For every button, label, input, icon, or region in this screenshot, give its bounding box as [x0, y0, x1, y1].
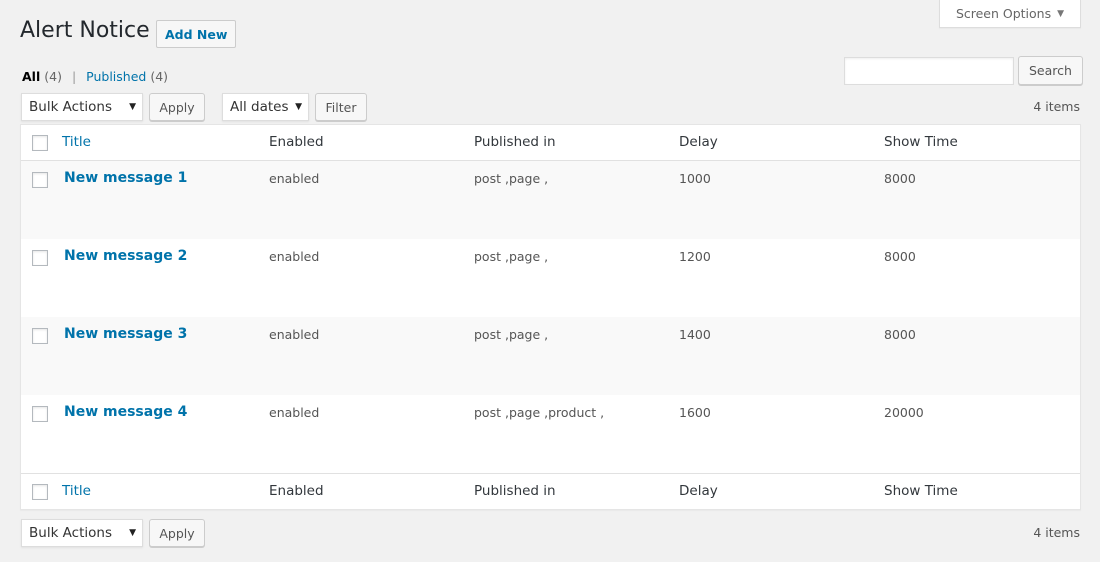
- table-header: Title Enabled Published in Delay Show Ti…: [21, 125, 1080, 161]
- row-checkbox[interactable]: [32, 250, 48, 266]
- row-title-link[interactable]: New message 3: [64, 326, 187, 342]
- row-delay: 1200: [679, 249, 711, 264]
- select-all-checkbox-footer[interactable]: [32, 484, 48, 500]
- view-all-count: (4): [44, 69, 62, 84]
- row-show-time: 20000: [884, 405, 924, 420]
- table-row: New message 2 enabled post ,page , 1200 …: [21, 239, 1080, 317]
- add-new-button[interactable]: Add New: [156, 20, 237, 48]
- screen-options-label: Screen Options: [955, 6, 1052, 21]
- row-enabled: enabled: [269, 249, 320, 264]
- view-filters: All (4) | Published (4): [22, 69, 168, 84]
- row-enabled: enabled: [269, 405, 320, 420]
- search-button[interactable]: Search: [1018, 56, 1083, 85]
- bulk-actions-select-top[interactable]: Bulk Actions ▼: [21, 93, 143, 121]
- row-title-link[interactable]: New message 1: [64, 170, 187, 186]
- table-row: New message 3 enabled post ,page , 1400 …: [21, 317, 1080, 395]
- row-title-link[interactable]: New message 2: [64, 248, 187, 264]
- view-published-link[interactable]: Published: [86, 69, 146, 84]
- column-delay: Delay: [679, 134, 718, 150]
- row-show-time: 8000: [884, 249, 916, 264]
- caret-down-icon: ▼: [1057, 8, 1065, 19]
- table-row: New message 1 enabled post ,page , 1000 …: [21, 161, 1080, 239]
- apply-button-bottom[interactable]: Apply: [149, 519, 205, 547]
- table-footer: Title Enabled Published in Delay Show Ti…: [21, 473, 1080, 509]
- filter-button[interactable]: Filter: [315, 93, 367, 121]
- view-separator: |: [71, 69, 77, 84]
- column-title[interactable]: Title: [62, 134, 91, 150]
- bulk-actions-select-bottom[interactable]: Bulk Actions ▼: [21, 519, 143, 547]
- search-input[interactable]: [844, 57, 1014, 85]
- item-count-top: 4 items: [1033, 99, 1080, 114]
- column-show-time-footer: Show Time: [884, 483, 958, 499]
- row-published-in: post ,page ,: [474, 171, 549, 186]
- bulk-actions-value: Bulk Actions: [29, 99, 112, 115]
- column-delay-footer: Delay: [679, 483, 718, 499]
- row-show-time: 8000: [884, 327, 916, 342]
- item-count-bottom: 4 items: [1033, 525, 1080, 540]
- view-all-link[interactable]: All: [22, 69, 40, 84]
- row-published-in: post ,page ,product ,: [474, 405, 605, 420]
- row-checkbox[interactable]: [32, 406, 48, 422]
- caret-down-icon: ▼: [295, 102, 302, 112]
- column-enabled-footer: Enabled: [269, 483, 324, 499]
- caret-down-icon: ▼: [129, 102, 136, 112]
- view-published-count: (4): [150, 69, 169, 84]
- row-show-time: 8000: [884, 171, 916, 186]
- column-published-in: Published in: [474, 134, 556, 150]
- page-title: Alert Notice: [20, 18, 150, 43]
- bulk-actions-value: Bulk Actions: [29, 525, 112, 541]
- row-delay: 1600: [679, 405, 711, 420]
- column-show-time: Show Time: [884, 134, 958, 150]
- row-checkbox[interactable]: [32, 328, 48, 344]
- row-published-in: post ,page ,: [474, 327, 549, 342]
- select-all-checkbox[interactable]: [32, 135, 48, 151]
- row-delay: 1400: [679, 327, 711, 342]
- column-published-in-footer: Published in: [474, 483, 556, 499]
- dates-filter-value: All dates: [230, 99, 289, 115]
- row-delay: 1000: [679, 171, 711, 186]
- row-published-in: post ,page ,: [474, 249, 549, 264]
- column-title-footer[interactable]: Title: [62, 483, 91, 499]
- apply-button-top[interactable]: Apply: [149, 93, 205, 121]
- table-row: New message 4 enabled post ,page ,produc…: [21, 395, 1080, 473]
- dates-filter-select[interactable]: All dates ▼: [222, 93, 309, 121]
- row-enabled: enabled: [269, 327, 320, 342]
- screen-options-button[interactable]: Screen Options ▼: [939, 0, 1081, 28]
- row-enabled: enabled: [269, 171, 320, 186]
- row-checkbox[interactable]: [32, 172, 48, 188]
- alerts-table: Title Enabled Published in Delay Show Ti…: [20, 124, 1081, 510]
- caret-down-icon: ▼: [129, 528, 136, 538]
- column-enabled: Enabled: [269, 134, 324, 150]
- row-title-link[interactable]: New message 4: [64, 404, 187, 420]
